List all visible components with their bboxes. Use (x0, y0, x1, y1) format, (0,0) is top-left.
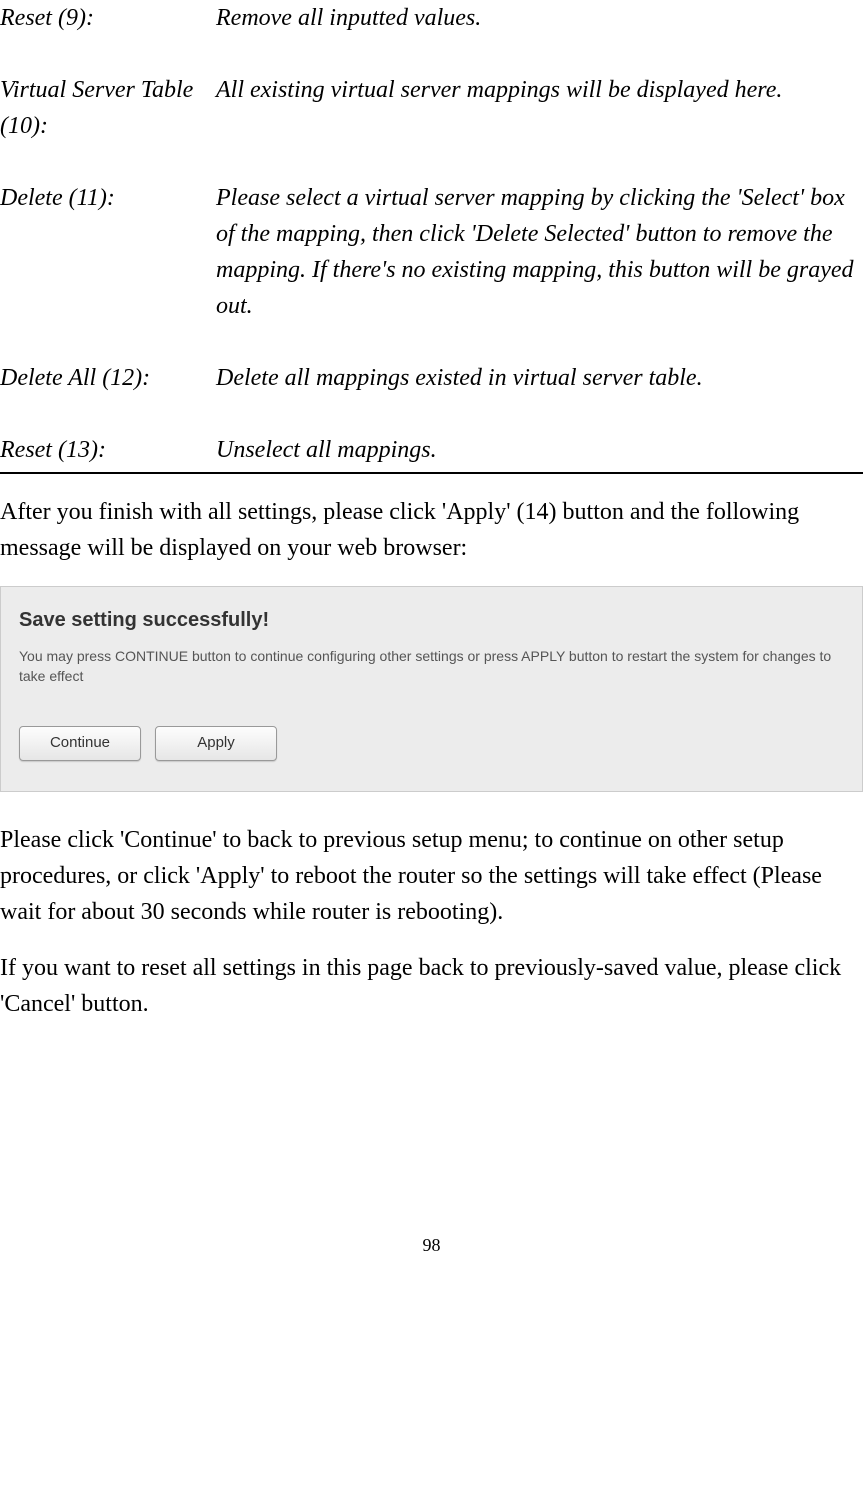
definition-description: All existing virtual server mappings wil… (216, 72, 863, 144)
definition-term: Delete All (12): (0, 360, 216, 396)
page-number: 98 (0, 1232, 863, 1259)
definition-description: Delete all mappings existed in virtual s… (216, 360, 863, 396)
continue-button[interactable]: Continue (19, 726, 141, 761)
paragraph-continue-info: Please click 'Continue' to back to previ… (0, 822, 863, 930)
definition-term: Reset (9): (0, 0, 216, 36)
definitions-table: Reset (9): Remove all inputted values. V… (0, 0, 863, 474)
definition-description: Remove all inputted values. (216, 0, 863, 36)
definition-term: Virtual Server Table (10): (0, 72, 216, 144)
definition-term: Reset (13): (0, 432, 216, 468)
definition-row: Reset (9): Remove all inputted values. (0, 0, 863, 36)
definition-row: Delete (11): Please select a virtual ser… (0, 180, 863, 324)
dialog-title: Save setting successfully! (19, 605, 844, 635)
definition-description: Please select a virtual server mapping b… (216, 180, 863, 324)
dialog-button-row: Continue Apply (19, 726, 844, 761)
definition-row: Reset (13): Unselect all mappings. (0, 432, 863, 468)
apply-button[interactable]: Apply (155, 726, 277, 761)
definition-description: Unselect all mappings. (216, 432, 863, 468)
definition-row: Delete All (12): Delete all mappings exi… (0, 360, 863, 396)
save-dialog-figure: Save setting successfully! You may press… (0, 586, 863, 792)
dialog-text: You may press CONTINUE button to continu… (19, 647, 844, 686)
definition-term: Delete (11): (0, 180, 216, 324)
paragraph-after-settings: After you finish with all settings, plea… (0, 494, 863, 566)
paragraph-cancel-info: If you want to reset all settings in thi… (0, 950, 863, 1022)
definition-row: Virtual Server Table (10): All existing … (0, 72, 863, 144)
